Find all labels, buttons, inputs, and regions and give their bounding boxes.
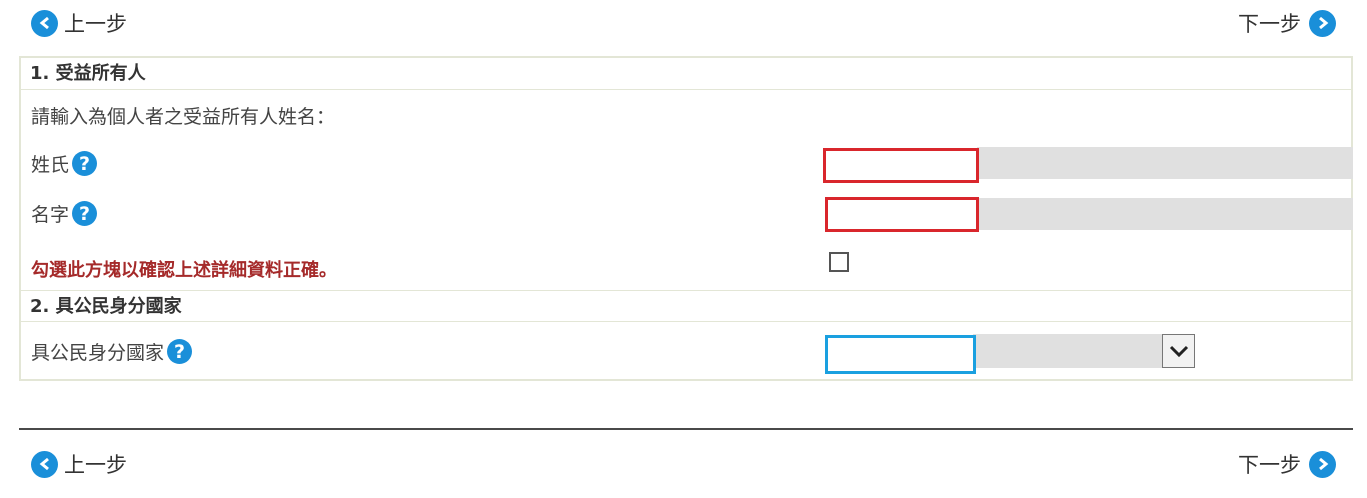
confirm-label: 勾選此方塊以確認上述詳細資料正確。 (31, 260, 337, 281)
footer-divider (19, 428, 1353, 430)
prev-step-button-bottom[interactable]: 上一步 (31, 449, 127, 479)
surname-field-background (977, 147, 1353, 179)
given-name-field-background (977, 198, 1353, 230)
given-name-label: 名字 (31, 204, 70, 226)
chevron-down-icon[interactable] (1162, 334, 1195, 368)
prev-step-button-top[interactable]: 上一步 (31, 8, 127, 38)
surname-label: 姓氏 (31, 154, 70, 176)
country-select-background (973, 334, 1163, 368)
next-step-button-bottom[interactable]: 下一步 (1238, 449, 1336, 479)
prev-step-label: 上一步 (64, 453, 127, 477)
section-2-title: 2. 具公民身分國家 (21, 290, 1351, 322)
instruction-text: 請輸入為個人者之受益所有人姓名： (31, 106, 336, 128)
next-step-label: 下一步 (1238, 453, 1301, 477)
chevron-right-icon (1309, 9, 1336, 37)
given-name-input[interactable] (825, 197, 979, 232)
surname-label-row: 姓氏 ? (31, 150, 98, 177)
chevron-left-icon (31, 9, 58, 37)
country-select[interactable] (825, 335, 976, 374)
country-label-row: 具公民身分國家 ? (31, 338, 193, 365)
help-icon[interactable]: ? (167, 339, 193, 364)
help-icon[interactable]: ? (72, 201, 98, 226)
chevron-left-icon (31, 450, 58, 478)
surname-input[interactable] (823, 148, 979, 183)
confirm-checkbox[interactable] (829, 252, 849, 272)
given-name-label-row: 名字 ? (31, 200, 98, 227)
next-step-button-top[interactable]: 下一步 (1238, 8, 1336, 38)
prev-step-label: 上一步 (64, 12, 127, 36)
next-step-label: 下一步 (1238, 12, 1301, 36)
country-label: 具公民身分國家 (31, 342, 165, 364)
chevron-right-icon (1309, 450, 1336, 478)
beneficial-owner-form: 1. 受益所有人 請輸入為個人者之受益所有人姓名： 姓氏 ? 名字 ? 勾選此方… (19, 56, 1353, 381)
section-1-title: 1. 受益所有人 (21, 58, 1351, 90)
help-icon[interactable]: ? (72, 151, 98, 176)
